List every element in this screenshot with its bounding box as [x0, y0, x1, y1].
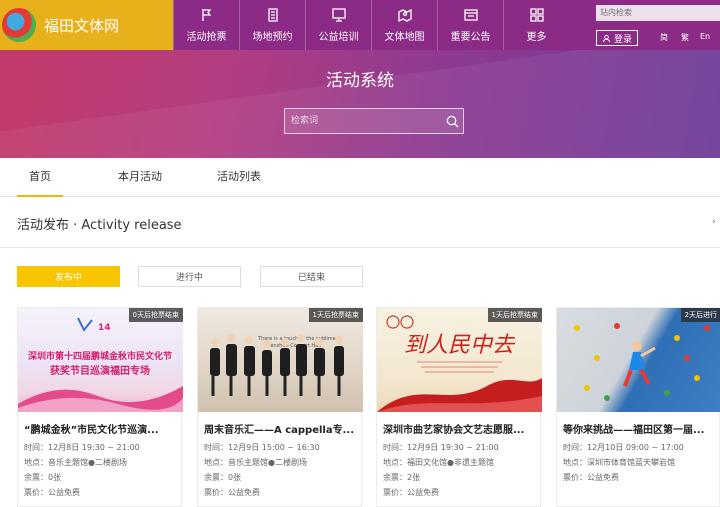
hero-banner: 活动系统	[0, 50, 720, 158]
nav-item-map[interactable]: 文体地图	[371, 0, 437, 50]
poster-art	[574, 323, 710, 401]
card-price: 票价：公益免费	[24, 488, 80, 497]
filter-ended[interactable]: 已结束	[260, 266, 363, 287]
nav-label: 文体地图	[384, 32, 425, 43]
nav-item-tickets[interactable]: 活动抢票	[173, 0, 239, 50]
banner-title: 活动系统	[326, 71, 394, 91]
section-title: 活动发布 · Activity release	[17, 218, 182, 233]
main-nav: 活动抢票 场地预约 公益培训 文体地图 重要公告 更多	[173, 0, 569, 50]
poster-art: 到人民中去	[377, 315, 542, 412]
card-time: 时间：12月8日 19:30 ~ 21:00	[24, 443, 140, 452]
top-navigation-bar: 福田文体网 活动抢票 场地预约 公益培训 文体地图 重要公告 更多 站内检索 登…	[0, 0, 720, 50]
lang-english[interactable]: En	[700, 32, 710, 41]
poster-art: 14 深圳市第十四届鹏城金秋市民文化节 获奖节目巡演福田专场	[18, 317, 183, 412]
nav-item-more[interactable]: 更多	[503, 0, 569, 50]
nav-item-training[interactable]: 公益培训	[305, 0, 371, 50]
nav-label: 活动抢票	[186, 32, 227, 43]
page-tabs: 首页 本月活动 活动列表	[0, 158, 720, 197]
tab-activity-list[interactable]: 活动列表	[211, 158, 267, 197]
card-place: 地点：音乐主题馆●二楼剧场	[24, 458, 127, 467]
activity-card[interactable]: 到人民中去 1天后抢票结束 深圳市曲艺家协会文艺志愿服... 时间：12月9日 …	[376, 307, 542, 507]
activity-poster: 14 深圳市第十四届鹏城金秋市民文化节 获奖节目巡演福田专场 0天后抢票结束	[18, 308, 183, 412]
header-tools: 登录 简 繁 En	[590, 0, 720, 50]
login-button[interactable]: 登录	[596, 30, 638, 46]
card-tickets: 余票：0张	[204, 473, 242, 482]
activity-card[interactable]: There is a touch of the sublime Shenzhen…	[197, 307, 363, 507]
status-badge: 1天后抢票结束	[487, 308, 542, 322]
map-pin-icon	[397, 8, 412, 23]
banner-search-box	[284, 108, 464, 134]
divider	[0, 247, 720, 248]
card-time: 时间：12月9日 15:00 ~ 16:30	[204, 443, 320, 452]
poster-line: Shenzhen Concert Hall	[264, 343, 321, 349]
filter-publishing[interactable]: 发布中	[17, 266, 120, 287]
banner-search-input[interactable]	[285, 109, 443, 133]
activity-poster: 2天后进行	[557, 308, 720, 412]
card-title[interactable]: 深圳市曲艺家协会文艺志愿服...	[383, 421, 538, 436]
user-icon	[602, 34, 611, 42]
more-link-icon[interactable]: ›	[712, 217, 720, 227]
site-search-input[interactable]	[596, 5, 720, 21]
status-badge: 0天后抢票结束	[128, 308, 183, 322]
card-price: 票价：公益免费	[563, 473, 619, 482]
svg-text:14: 14	[98, 323, 111, 333]
grid-icon	[529, 8, 544, 22]
screen-icon	[331, 8, 346, 22]
lang-traditional[interactable]: 繁	[681, 32, 689, 43]
nav-label: 公益培训	[318, 32, 359, 43]
notice-icon	[463, 9, 478, 21]
site-name: 福田文体网	[44, 16, 120, 35]
activity-poster: There is a touch of the sublime Shenzhen…	[198, 308, 363, 412]
search-icon	[446, 115, 459, 128]
card-title[interactable]: “鹏城金秋”市民文化节巡演...	[24, 421, 179, 436]
banner-search-button[interactable]	[441, 109, 463, 133]
card-tickets: 余票：2张	[383, 473, 421, 482]
tab-home[interactable]: 首页	[17, 158, 63, 197]
login-label: 登录	[613, 34, 632, 45]
activity-release-section: 活动发布 · Activity release › 发布中 进行中 已结束 14…	[0, 197, 720, 507]
card-place: 地点：福田文化馆●非遗主题馆	[383, 458, 494, 467]
status-badge: 1天后抢票结束	[308, 308, 363, 322]
lang-simplified[interactable]: 简	[660, 32, 668, 43]
status-badge: 2天后进行	[680, 308, 720, 322]
nav-label: 场地预约	[252, 32, 293, 43]
card-tickets: 余票：0张	[24, 473, 62, 482]
card-time: 时间：12月10日 09:00 ~ 17:00	[563, 443, 684, 452]
card-place: 地点：音乐主题馆●二楼剧场	[204, 458, 307, 467]
nav-label: 重要公告	[450, 32, 491, 43]
tab-this-month[interactable]: 本月活动	[112, 158, 168, 197]
nav-label: 更多	[526, 32, 547, 43]
activity-card[interactable]: 14 深圳市第十四届鹏城金秋市民文化节 获奖节目巡演福田专场 0天后抢票结束 “…	[17, 307, 183, 507]
card-place: 地点：深圳市体育馆蓝天攀岩馆	[563, 458, 675, 467]
poster-line: 到人民中去	[404, 333, 516, 358]
flag-icon	[201, 9, 211, 21]
card-title[interactable]: 等你来挑战——福田区第一届...	[563, 421, 718, 436]
activity-poster: 到人民中去 1天后抢票结束	[377, 308, 542, 412]
card-price: 票价：公益免费	[383, 488, 439, 497]
poster-line: 获奖节目巡演福田专场	[49, 364, 150, 377]
activity-card[interactable]: 2天后进行 等你来挑战——福田区第一届... 时间：12月10日 09:00 ~…	[556, 307, 720, 507]
building-icon	[267, 8, 278, 22]
nav-item-venue-booking[interactable]: 场地预约	[239, 0, 305, 50]
card-time: 时间：12月9日 19:30 ~ 21:00	[383, 443, 499, 452]
poster-art: There is a touch of the sublime Shenzhen…	[210, 334, 344, 396]
card-price: 票价：公益免费	[204, 488, 260, 497]
filter-in-progress[interactable]: 进行中	[138, 266, 241, 287]
site-logo[interactable]: 福田文体网	[0, 0, 173, 50]
poster-line: 深圳市第十四届鹏城金秋市民文化节	[28, 350, 172, 362]
card-title[interactable]: 周末音乐汇——A cappella专...	[204, 421, 359, 436]
nav-item-notices[interactable]: 重要公告	[437, 0, 503, 50]
logo-icon	[2, 8, 36, 42]
